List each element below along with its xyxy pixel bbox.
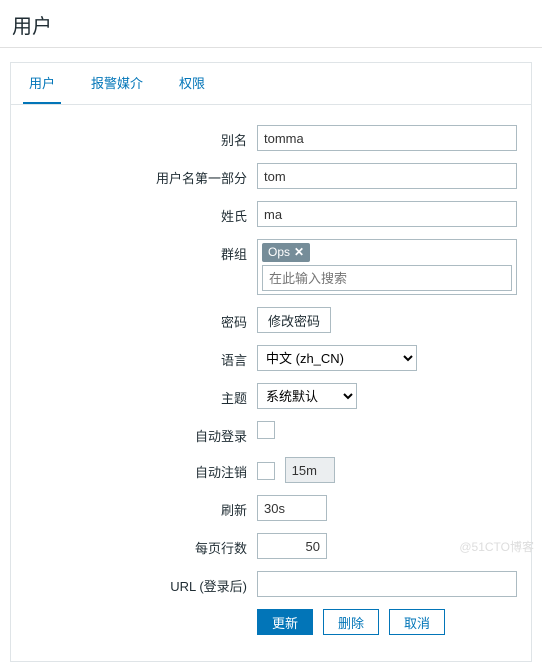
name-first-input[interactable]	[257, 163, 517, 189]
groups-multiselect[interactable]: Ops ✕	[257, 239, 517, 295]
page-title: 用户	[12, 10, 530, 39]
tabs: 用户 报警媒介 权限	[11, 63, 531, 105]
language-label: 语言	[21, 345, 257, 369]
form-panel: 用户 报警媒介 权限 别名 用户名第一部分 姓氏 群组 Ops ✕	[10, 62, 532, 662]
groups-search-input[interactable]	[262, 265, 512, 291]
url-after-login-input[interactable]	[257, 571, 517, 597]
alias-label: 别名	[21, 125, 257, 149]
groups-label: 群组	[21, 239, 257, 263]
remove-tag-icon[interactable]: ✕	[294, 245, 304, 259]
theme-select[interactable]: 系统默认	[257, 383, 357, 409]
surname-input[interactable]	[257, 201, 517, 227]
update-button[interactable]: 更新	[257, 609, 313, 635]
alias-input[interactable]	[257, 125, 517, 151]
autologin-label: 自动登录	[21, 421, 257, 445]
url-label: URL (登录后)	[21, 571, 257, 595]
language-select[interactable]: 中文 (zh_CN)	[257, 345, 417, 371]
refresh-input[interactable]	[257, 495, 327, 521]
group-tag-ops[interactable]: Ops ✕	[262, 243, 310, 262]
tab-user[interactable]: 用户	[23, 63, 61, 104]
refresh-label: 刷新	[21, 495, 257, 519]
password-label: 密码	[21, 307, 257, 331]
rows-per-page-input[interactable]	[257, 533, 327, 559]
page-header: 用户	[0, 0, 542, 48]
autologout-checkbox[interactable]	[257, 462, 275, 480]
group-tag-label: Ops	[268, 245, 290, 259]
surname-label: 姓氏	[21, 201, 257, 225]
autologin-checkbox[interactable]	[257, 421, 275, 439]
tab-permissions[interactable]: 权限	[173, 63, 211, 104]
button-row: 更新 删除 取消	[257, 609, 521, 635]
autologout-label: 自动注销	[21, 457, 257, 481]
name-first-label: 用户名第一部分	[21, 163, 257, 187]
change-password-button[interactable]: 修改密码	[257, 307, 331, 333]
delete-button[interactable]: 删除	[323, 609, 379, 635]
autologout-time-input	[285, 457, 335, 483]
tab-media[interactable]: 报警媒介	[85, 63, 149, 104]
cancel-button[interactable]: 取消	[389, 609, 445, 635]
rows-label: 每页行数	[21, 533, 257, 557]
user-form: 别名 用户名第一部分 姓氏 群组 Ops✕ 密码 修改密	[11, 105, 531, 661]
theme-label: 主题	[21, 383, 257, 407]
